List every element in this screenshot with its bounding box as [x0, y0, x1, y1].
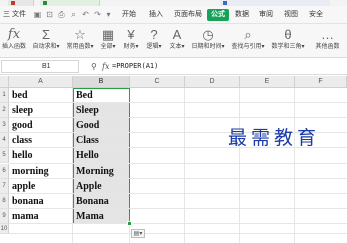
more-functions-button[interactable]: … 其他函数	[309, 26, 346, 56]
sigma-icon: Σ	[41, 27, 51, 42]
financial-button[interactable]: ¥ 财务▾	[120, 26, 142, 56]
tab-review[interactable]: 审阅	[259, 9, 273, 21]
common-functions-button[interactable]: ☆ 常用函数▾	[64, 26, 96, 56]
file-menu[interactable]: 三 文件	[1, 9, 31, 21]
gridline	[239, 88, 240, 243]
column-header-e[interactable]: E	[240, 76, 295, 88]
text-functions-button[interactable]: A 文本▾	[166, 26, 188, 56]
more-icon: …	[321, 27, 334, 42]
column-header-a[interactable]: A	[9, 76, 73, 88]
print-icon[interactable]: ⎙	[57, 10, 66, 19]
row-header[interactable]: 2	[0, 103, 9, 119]
cell-b[interactable]	[74, 224, 129, 234]
tab-data[interactable]: 数据	[235, 9, 249, 21]
insert-function-button[interactable]: fx 插入函数	[1, 26, 27, 56]
column-header-f[interactable]: F	[295, 76, 347, 88]
clock-icon: ◷	[202, 27, 214, 42]
tab-view[interactable]: 视图	[284, 9, 298, 21]
autosum-button[interactable]: Σ 自动求和▾	[29, 26, 63, 56]
fx-button[interactable]: fx	[102, 60, 109, 73]
cell-b[interactable]: Class	[74, 133, 129, 148]
cell-b[interactable]: Sleep	[74, 103, 129, 118]
zoom-icon[interactable]: ⚲	[91, 60, 97, 73]
redo-icon[interactable]: ↷	[93, 10, 102, 19]
row-header[interactable]: 3	[0, 118, 9, 134]
cell-a[interactable]: mama	[10, 209, 72, 224]
yen-icon: ¥	[127, 27, 135, 42]
cell-a[interactable]: good	[10, 118, 72, 133]
undo-icon[interactable]: ↶	[81, 10, 90, 19]
cell-b[interactable]: Apple	[74, 179, 129, 194]
word-icon	[223, 1, 227, 5]
dropdown-icon[interactable]: ▾	[104, 10, 113, 19]
all-icon: ▦	[101, 27, 115, 42]
row-header[interactable]: 6	[0, 163, 9, 179]
gridline	[184, 88, 185, 243]
fill-handle[interactable]	[127, 221, 132, 226]
math-trig-button[interactable]: θ 数学和三角▾	[269, 26, 307, 56]
spreadsheet-icon	[43, 1, 47, 5]
cell-b[interactable]: Good	[74, 118, 129, 133]
tab-security[interactable]: 安全	[309, 9, 323, 21]
tab-formulas[interactable]: 公式	[207, 9, 229, 21]
cell-a[interactable]: morning	[10, 164, 72, 179]
save-icon[interactable]: ▣	[33, 10, 42, 19]
cell-a[interactable]: class	[10, 133, 72, 148]
logic-icon: ?	[150, 27, 158, 42]
cell-b[interactable]: Hello	[74, 148, 129, 163]
cell-a[interactable]: sleep	[10, 103, 72, 118]
lookup-icon: ⌕	[244, 27, 252, 42]
worksheet-grid[interactable]: A B C D E F 1 bed Bed 2 sleep Sleep 3 good Good 4…	[0, 76, 347, 243]
formula-input[interactable]: =PROPER(A1)	[112, 60, 158, 73]
lookup-reference-button[interactable]: ⌕ 查找与引用▾	[229, 26, 267, 56]
all-functions-button[interactable]: ▦ 全部▾	[97, 26, 119, 56]
column-header-b[interactable]: B	[73, 76, 130, 88]
preview-icon[interactable]: ⌕	[69, 10, 78, 19]
date-time-button[interactable]: ◷ 日期和时间▾	[189, 26, 227, 56]
open-icon[interactable]: ⊡	[45, 10, 54, 19]
logical-button[interactable]: ? 逻辑▾	[143, 26, 165, 56]
row-header[interactable]: 9	[0, 208, 9, 224]
cell-b[interactable]: Bed	[74, 88, 129, 103]
column-header-c[interactable]: C	[130, 76, 185, 88]
cell-b[interactable]: Morning	[74, 164, 129, 179]
formula-bar: B1 ⚲ fx =PROPER(A1)	[0, 58, 347, 75]
column-header-d[interactable]: D	[185, 76, 240, 88]
ribbon-formulas: fx 插入函数 Σ 自动求和▾ ☆ 常用函数▾ ▦ 全部▾ ¥ 财务▾ ? 逻辑…	[0, 24, 347, 58]
tab-insert[interactable]: 插入	[149, 9, 163, 21]
theta-icon: θ	[284, 27, 292, 42]
row-header[interactable]: 1	[0, 88, 9, 104]
doc-icon	[11, 1, 15, 5]
row-header[interactable]: 7	[0, 178, 9, 194]
cell-a[interactable]: apple	[10, 179, 72, 194]
cell-a[interactable]: bonana	[10, 194, 72, 209]
text-icon: A	[172, 27, 182, 42]
formula-tools: ⚲ fx	[83, 60, 111, 73]
row-header[interactable]: 8	[0, 193, 9, 209]
watermark: 最需教育	[228, 127, 321, 149]
cell-a[interactable]	[10, 224, 72, 234]
name-box[interactable]: B1	[1, 60, 79, 73]
cell-b[interactable]: Mama	[74, 209, 129, 224]
paste-options-icon[interactable]: ▤▾	[131, 229, 145, 238]
fx-icon: fx	[7, 27, 21, 42]
row-header[interactable]: 4	[0, 133, 9, 149]
cell-a[interactable]: bed	[10, 88, 72, 103]
tab-page-layout[interactable]: 页面布局	[174, 9, 202, 21]
cell-b[interactable]: Bonana	[74, 194, 129, 209]
cell-a[interactable]: hello	[10, 148, 72, 163]
row-header[interactable]: 10	[0, 223, 9, 234]
row-header[interactable]: 5	[0, 148, 9, 164]
tab-home[interactable]: 开始	[122, 9, 136, 21]
star-icon: ☆	[74, 27, 86, 42]
select-all-corner[interactable]	[0, 76, 9, 88]
menu-bar: 三 文件 ▣ ⊡ ⎙ ⌕ ↶ ↷ ▾ 开始 插入 页面布局 公式 数据 审阅 视…	[0, 6, 347, 24]
gridline	[294, 88, 295, 243]
